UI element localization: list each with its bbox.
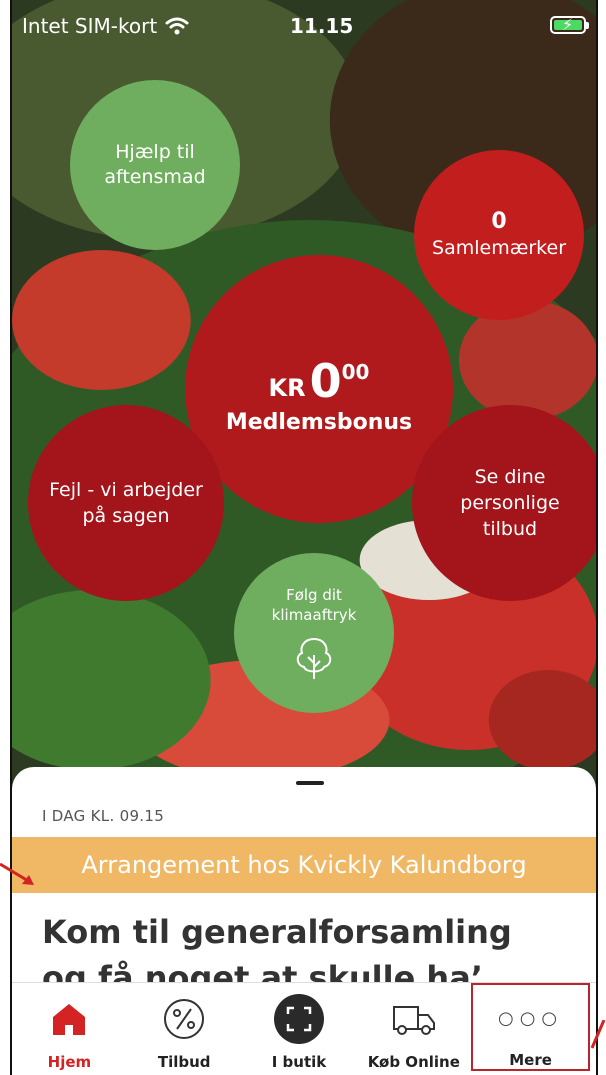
bonus-value: 0: [309, 353, 342, 408]
battery-icon: ⚡: [550, 15, 589, 34]
event-banner-label: Arrangement hos Kvickly Kalundborg: [81, 851, 527, 879]
stamps-count: 0: [491, 209, 507, 234]
tab-in-store-label: I butik: [271, 1053, 327, 1071]
truck-icon: [392, 1006, 435, 1035]
carrier-label: Intet SIM-kort: [22, 14, 158, 38]
status-bar: Intet SIM-kort 11.15 ⚡: [12, 0, 596, 50]
dinner-help-bubble[interactable]: Hjælp til aftensmad: [70, 80, 240, 250]
scan-icon: [273, 994, 324, 1044]
dinner-help-label: Hjælp til aftensmad: [104, 141, 206, 188]
bonus-amount: KR 0 00: [269, 354, 370, 408]
tree-icon: [296, 637, 332, 679]
annotation-arrow-right: [590, 1020, 606, 1049]
annotation-arrow-left: [0, 862, 34, 885]
tab-more[interactable]: ○○○ Mere: [471, 983, 590, 1071]
bonus-label: Medlemsbonus: [225, 409, 413, 435]
wifi-icon: [165, 17, 189, 35]
more-icon: ○○○: [498, 1007, 564, 1029]
event-banner[interactable]: Arrangement hos Kvickly Kalundborg: [12, 837, 596, 893]
tab-home[interactable]: Hjem: [12, 983, 127, 1075]
tab-buy-online[interactable]: Køb Online: [356, 983, 471, 1075]
tab-more-label: Mere: [509, 1051, 552, 1069]
home-icon: [53, 1004, 86, 1035]
tab-home-label: Hjem: [47, 1053, 92, 1071]
member-bonus-bubble[interactable]: KR 0 00 Medlemsbonus: [185, 255, 453, 523]
bonus-currency: KR: [268, 373, 306, 402]
stamps-label: Samlemærker: [432, 237, 566, 259]
news-timestamp: I DAG KL. 09.15: [42, 807, 165, 825]
bonus-decimals: 00: [341, 359, 370, 384]
climate-label: Følg dit klimaaftryk: [271, 586, 357, 624]
bottom-tab-bar: Hjem Tilbud I butik Køb Online ○○○ Mere: [12, 982, 596, 1075]
tab-in-store[interactable]: I butik: [242, 983, 357, 1075]
percent-icon: [164, 999, 205, 1039]
error-bubble[interactable]: Fejl - vi arbejder på sagen: [28, 405, 224, 601]
tab-offers-label: Tilbud: [157, 1053, 211, 1071]
carrier-area: Intet SIM-kort: [22, 14, 189, 38]
error-label: Fejl - vi arbejder på sagen: [49, 479, 203, 527]
tab-offers[interactable]: Tilbud: [127, 983, 242, 1075]
tab-buy-online-label: Køb Online: [367, 1053, 460, 1071]
sheet-drag-handle[interactable]: [296, 781, 324, 785]
personal-offers-bubble[interactable]: Se dine personlige tilbud: [412, 405, 596, 601]
climate-bubble[interactable]: Følg dit klimaaftryk: [234, 553, 394, 713]
personal-offers-label: Se dine personlige tilbud: [460, 466, 560, 540]
app-frame: Intet SIM-kort 11.15 ⚡ Hjælp til aftensm…: [10, 0, 598, 1075]
clock: 11.15: [290, 14, 354, 38]
stamps-bubble[interactable]: 0 Samlemærker: [414, 150, 584, 320]
